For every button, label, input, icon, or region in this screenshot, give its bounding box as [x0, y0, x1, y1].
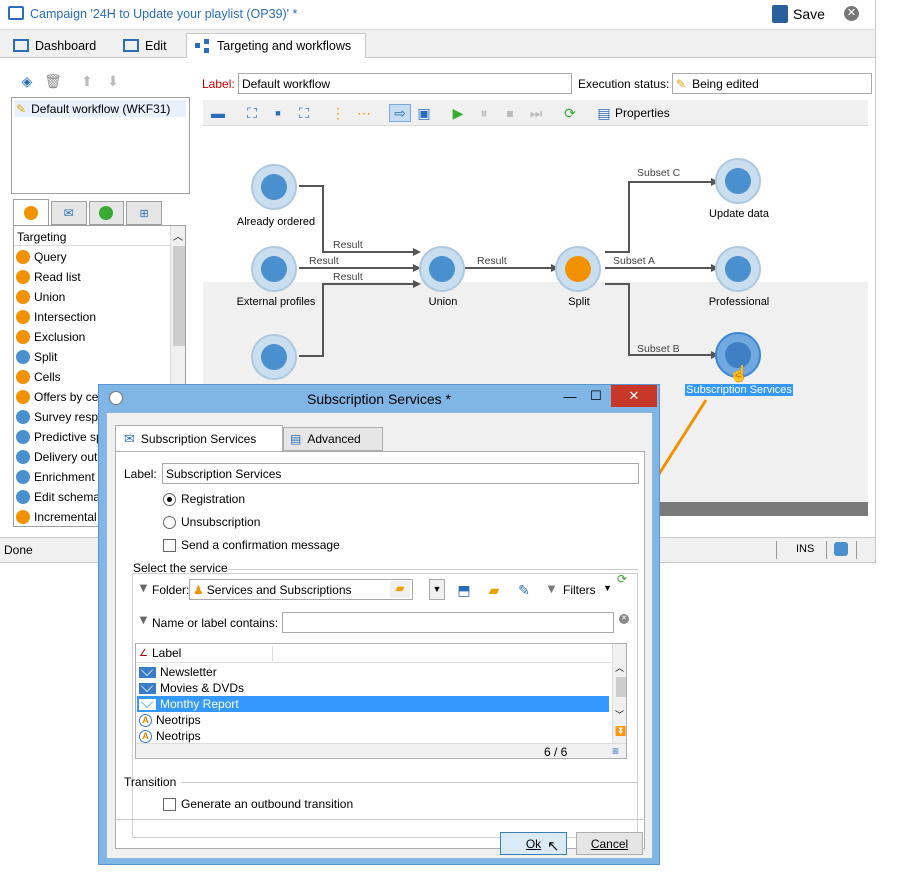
generate-transition-option[interactable]: Generate an outbound transition — [163, 797, 353, 811]
list-count: 6 / 6 — [544, 745, 568, 759]
folder-icon[interactable]: ▰ — [390, 581, 410, 598]
name-contains-caption: Name or label contains: — [152, 616, 279, 630]
dialog-body: ✉ Subscription Services ▤ Advanced Label… — [106, 412, 653, 859]
person-icon: ♟ — [193, 582, 204, 597]
filters-button[interactable]: Filters — [563, 583, 596, 597]
transition-heading: Transition — [124, 775, 177, 789]
service-list-row[interactable]: Monthy Report — [137, 696, 609, 712]
service-list-row-label: Neotrips — [156, 729, 201, 743]
tab-advanced[interactable]: ▤ Advanced — [283, 427, 383, 451]
service-a-icon: A — [139, 729, 152, 743]
clear-icon[interactable]: ✕ — [619, 614, 629, 624]
registration-label: Registration — [181, 492, 246, 506]
folder-up-icon[interactable]: ⬒ — [455, 581, 473, 599]
service-list-row[interactable]: Movies & DVDs — [137, 680, 609, 696]
refresh-icon[interactable]: ⟳ — [617, 572, 627, 586]
scroll-thumb[interactable] — [616, 677, 626, 697]
list-menu-icon[interactable]: ≡ — [612, 744, 619, 758]
folder-value: Services and Subscriptions — [206, 582, 352, 597]
sort-icon: ∠ — [139, 647, 148, 659]
service-list-row-label: Neotrips — [156, 713, 201, 727]
service-list-row-label: Monthy Report — [160, 697, 239, 711]
filters-icon[interactable]: ▼ — [545, 581, 558, 596]
activity-label-input[interactable]: Subscription Services — [162, 463, 639, 484]
filters-dropdown-icon[interactable]: ▼ — [603, 583, 612, 593]
send-confirmation-checkbox[interactable] — [163, 538, 176, 552]
clipboard-icon: ▤ — [290, 432, 302, 446]
subscription-services-dialog: Subscription Services * — ☐ ✕ ✉ Subscrip… — [98, 384, 660, 865]
tab-panel: Label: Subscription Services Registratio… — [115, 451, 645, 849]
list-header[interactable]: ∠ Label — [136, 644, 611, 663]
folder-select[interactable]: ♟ Services and Subscriptions ▰ — [189, 579, 413, 600]
envelope-icon: ✉ — [124, 430, 135, 446]
tab-subscription-services-label: Subscription Services — [140, 431, 257, 446]
scroll-end-icon[interactable]: ⏬ — [615, 726, 626, 737]
mail-icon — [139, 666, 156, 678]
generate-transition-checkbox[interactable] — [163, 797, 176, 811]
unsubscription-label: Unsubscription — [181, 515, 261, 529]
minimize-icon[interactable]: — — [557, 385, 583, 407]
service-a-icon: A — [139, 713, 152, 727]
list-scrollbar[interactable]: ︿ ﹀ ⏬ — [612, 644, 626, 743]
mail-icon — [139, 682, 156, 694]
scroll-down-icon[interactable]: ﹀ — [615, 708, 624, 721]
filter-icon: ▼ — [137, 612, 150, 627]
service-list-row-label: Movies & DVDs — [160, 681, 245, 695]
folder-caption: Folder: — [152, 583, 190, 597]
column-label: Label — [151, 646, 182, 660]
service-list: ∠ Label Newsletter Movies & DVDs Monthy Re… — [135, 643, 627, 759]
unsubscription-radio[interactable] — [163, 515, 176, 529]
send-confirmation-label: Send a confirmation message — [181, 538, 340, 552]
registration-radio[interactable] — [163, 492, 176, 506]
service-list-row[interactable]: Newsletter — [137, 664, 609, 680]
filter-icon: ▼ — [137, 580, 150, 595]
generate-transition-label: Generate an outbound transition — [181, 797, 354, 811]
list-footer: 6 / 6 ≡ — [136, 743, 626, 759]
registration-option[interactable]: Registration — [163, 492, 245, 506]
service-list-row[interactable]: A Neotrips — [137, 728, 609, 744]
service-list-row[interactable]: A Neotrips — [137, 712, 609, 728]
label-caption: Label: — [124, 467, 157, 481]
maximize-icon[interactable]: ☐ — [583, 385, 609, 407]
name-contains-input[interactable] — [282, 612, 614, 633]
open-folder-icon[interactable]: ▰ — [485, 581, 503, 599]
cancel-label: Cancel — [590, 836, 629, 851]
scroll-up-icon[interactable]: ︿ — [615, 661, 624, 674]
edit-folder-icon[interactable]: ✎ — [515, 581, 533, 599]
send-confirmation-option[interactable]: Send a confirmation message — [163, 538, 340, 552]
tab-advanced-label: Advanced — [307, 432, 361, 446]
tab-subscription-services[interactable]: ✉ Subscription Services — [115, 425, 283, 451]
folder-dropdown-icon[interactable]: ▼ — [429, 579, 445, 600]
service-list-row-label: Newsletter — [160, 665, 217, 679]
ok-label: Ok — [525, 836, 542, 851]
mail-icon — [139, 698, 156, 710]
pointer-cursor-icon: ↖ — [547, 838, 560, 855]
dialog-close-icon[interactable]: ✕ — [611, 385, 657, 407]
unsubscription-option[interactable]: Unsubscription — [163, 515, 260, 529]
cancel-button[interactable]: Cancel — [576, 832, 643, 855]
